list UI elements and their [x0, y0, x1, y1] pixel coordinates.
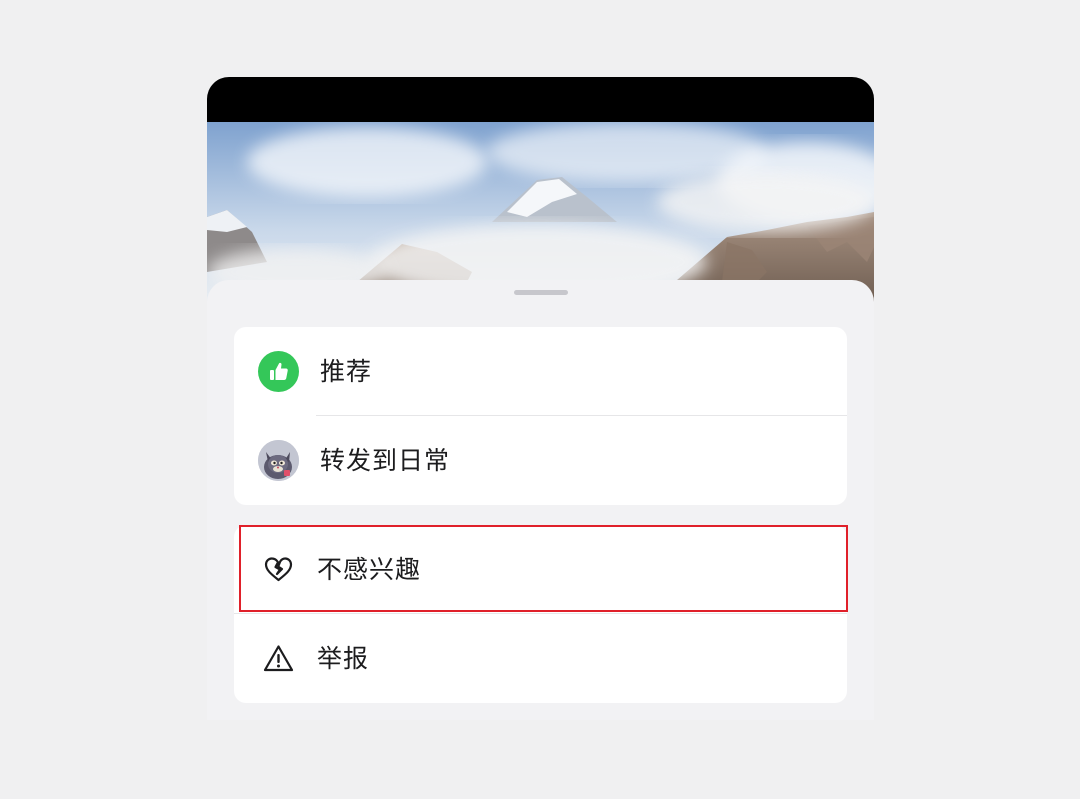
- menu-item-label: 举报: [317, 644, 370, 673]
- primary-actions-group: 推荐 转发到日常: [234, 327, 847, 505]
- phone-screen: 推荐 转发到日常 不感兴趣 举报: [207, 77, 874, 720]
- broken-heart-icon: [261, 552, 296, 587]
- menu-item-recommend[interactable]: 推荐: [234, 327, 847, 416]
- menu-item-label: 转发到日常: [320, 446, 451, 475]
- avatar: [258, 440, 299, 481]
- menu-item-label: 推荐: [320, 357, 373, 386]
- action-sheet: 推荐 转发到日常 不感兴趣 举报: [207, 280, 874, 720]
- menu-item-report[interactable]: 举报: [234, 614, 847, 703]
- menu-item-not-interested[interactable]: 不感兴趣: [234, 525, 847, 614]
- canvas: 推荐 转发到日常 不感兴趣 举报: [0, 0, 1080, 799]
- menu-item-label: 不感兴趣: [317, 555, 422, 584]
- status-bar: [207, 77, 874, 122]
- secondary-actions-group: 不感兴趣 举报: [234, 525, 847, 703]
- background-photo: [207, 122, 874, 302]
- thumbs-up-icon: [258, 351, 299, 392]
- sheet-grabber-handle[interactable]: [514, 290, 568, 295]
- warning-icon: [261, 641, 296, 676]
- menu-item-share-to-moments[interactable]: 转发到日常: [234, 416, 847, 505]
